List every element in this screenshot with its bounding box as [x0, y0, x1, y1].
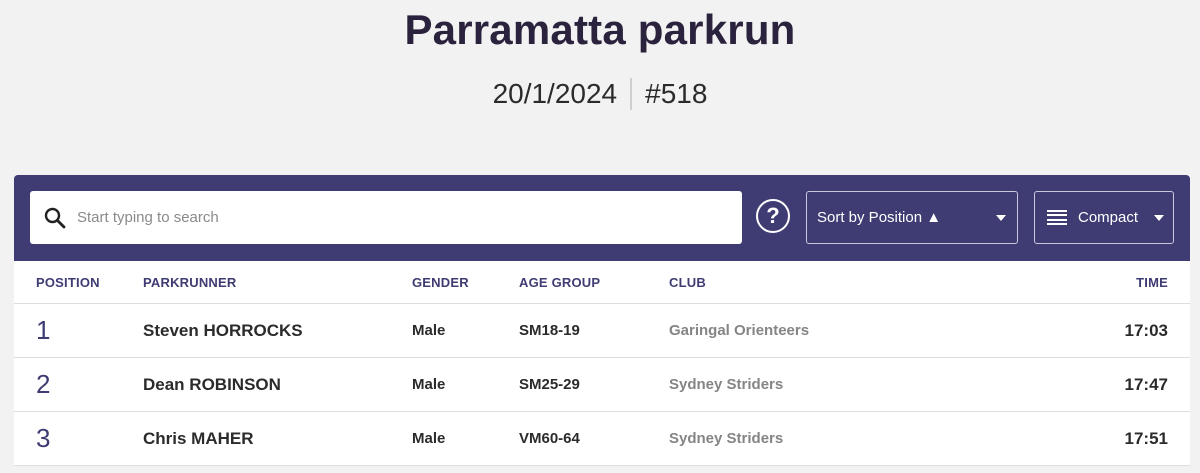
column-header-age-group[interactable]: AGE GROUP: [519, 261, 600, 303]
view-mode-label: Compact: [1078, 209, 1139, 226]
sort-select[interactable]: Sort by Position ▲: [806, 191, 1018, 244]
table-row[interactable]: 1 Steven HORROCKS Male SM18-19 Garingal …: [14, 304, 1190, 358]
results-table: POSITION PARKRUNNER GENDER AGE GROUP CLU…: [14, 261, 1190, 466]
gender-cell: Male: [412, 430, 446, 447]
column-header-time[interactable]: TIME: [1136, 261, 1168, 303]
column-header-parkrunner[interactable]: PARKRUNNER: [143, 261, 236, 303]
club-cell: Garingal Orienteers: [669, 322, 810, 339]
chevron-down-icon: [1154, 215, 1164, 221]
parkrunner-name-link[interactable]: Steven HORROCKS: [143, 304, 303, 357]
parkrunner-name-link[interactable]: Dean ROBINSON: [143, 358, 281, 411]
age-group-cell: SM18-19: [519, 322, 580, 339]
age-group-cell: SM25-29: [519, 376, 580, 393]
meta-divider: [630, 78, 633, 110]
position-cell: 1: [36, 315, 51, 345]
table-header: POSITION PARKRUNNER GENDER AGE GROUP CLU…: [14, 261, 1190, 304]
club-cell: Sydney Striders: [669, 430, 784, 447]
sort-select-label: Sort by Position ▲: [817, 209, 942, 226]
column-header-gender[interactable]: GENDER: [412, 261, 469, 303]
gender-cell: Male: [412, 376, 446, 393]
column-header-position[interactable]: POSITION: [36, 261, 100, 303]
view-mode-select[interactable]: Compact: [1034, 191, 1174, 244]
table-row[interactable]: 2 Dean ROBINSON Male SM25-29 Sydney Stri…: [14, 358, 1190, 412]
table-row[interactable]: 3 Chris MAHER Male VM60-64 Sydney Stride…: [14, 412, 1190, 466]
event-meta: 20/1/2024 #518: [0, 78, 1200, 110]
time-cell: 17:51: [1124, 428, 1168, 448]
search-box[interactable]: [30, 191, 742, 244]
club-cell: Sydney Striders: [669, 376, 784, 393]
event-title: Parramatta parkrun: [404, 6, 796, 53]
time-cell: 17:03: [1124, 320, 1168, 340]
age-group-cell: VM60-64: [519, 430, 580, 447]
time-cell: 17:47: [1124, 374, 1168, 394]
gender-cell: Male: [412, 322, 446, 339]
list-icon: [1047, 209, 1067, 226]
column-header-club[interactable]: CLUB: [669, 261, 706, 303]
search-icon: [44, 207, 66, 228]
results-toolbar: ? Sort by Position ▲ Compact: [14, 175, 1190, 261]
position-cell: 3: [36, 423, 51, 453]
parkrunner-name-link[interactable]: Chris MAHER: [143, 412, 254, 465]
position-cell: 2: [36, 369, 51, 399]
event-number: #518: [645, 78, 708, 109]
event-date: 20/1/2024: [492, 78, 618, 109]
help-icon: ?: [766, 203, 780, 228]
help-button[interactable]: ?: [756, 199, 790, 233]
chevron-down-icon: [996, 215, 1006, 221]
search-input[interactable]: [77, 191, 742, 244]
